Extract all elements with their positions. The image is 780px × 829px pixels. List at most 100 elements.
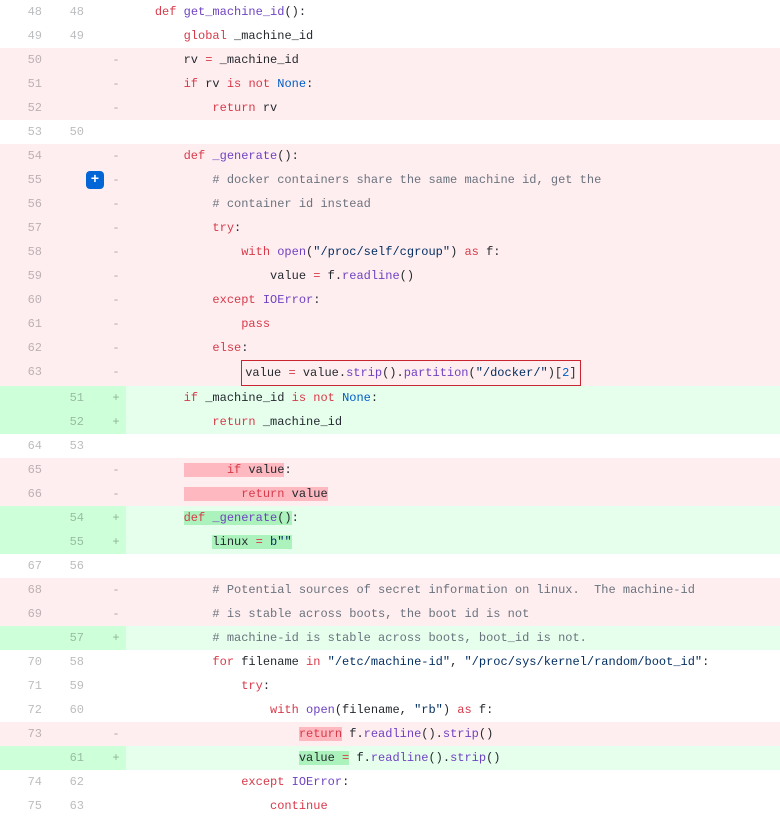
code-cell[interactable]: linux = b"" bbox=[126, 530, 780, 554]
line-number-new[interactable] bbox=[42, 96, 84, 120]
code-cell[interactable]: with open(filename, "rb") as f: bbox=[126, 698, 780, 722]
code-cell[interactable]: try: bbox=[126, 674, 780, 698]
line-number-old[interactable] bbox=[0, 530, 42, 554]
code-cell[interactable]: continue bbox=[126, 794, 780, 818]
line-number-new[interactable] bbox=[42, 288, 84, 312]
line-number-old[interactable]: 75 bbox=[0, 794, 42, 818]
line-number-old[interactable]: 71 bbox=[0, 674, 42, 698]
code-cell[interactable]: rv = _machine_id bbox=[126, 48, 780, 72]
line-number-new[interactable]: 57 bbox=[42, 626, 84, 650]
code-cell[interactable]: value = f.readline().strip() bbox=[126, 746, 780, 770]
line-number-old[interactable]: 63 bbox=[0, 360, 42, 386]
line-number-old[interactable] bbox=[0, 386, 42, 410]
line-number-old[interactable]: 62 bbox=[0, 336, 42, 360]
line-number-old[interactable]: 59 bbox=[0, 264, 42, 288]
line-number-new[interactable] bbox=[42, 240, 84, 264]
code-cell[interactable] bbox=[126, 120, 780, 144]
code-cell[interactable]: except IOError: bbox=[126, 770, 780, 794]
line-number-new[interactable] bbox=[42, 336, 84, 360]
line-number-new[interactable] bbox=[42, 264, 84, 288]
line-number-new[interactable] bbox=[42, 722, 84, 746]
code-cell[interactable]: with open("/proc/self/cgroup") as f: bbox=[126, 240, 780, 264]
code-cell[interactable]: value = value.strip().partition("/docker… bbox=[126, 360, 780, 386]
line-number-new[interactable] bbox=[42, 192, 84, 216]
line-number-old[interactable]: 53 bbox=[0, 120, 42, 144]
line-number-old[interactable]: 66 bbox=[0, 482, 42, 506]
code-cell[interactable]: value = f.readline() bbox=[126, 264, 780, 288]
code-cell[interactable]: def _generate(): bbox=[126, 506, 780, 530]
code-cell[interactable]: except IOError: bbox=[126, 288, 780, 312]
line-number-old[interactable]: 48 bbox=[0, 0, 42, 24]
line-number-new[interactable]: 53 bbox=[42, 434, 84, 458]
line-number-new[interactable] bbox=[42, 578, 84, 602]
line-number-new[interactable]: 62 bbox=[42, 770, 84, 794]
line-number-old[interactable] bbox=[0, 410, 42, 434]
line-number-new[interactable] bbox=[42, 48, 84, 72]
line-number-old[interactable] bbox=[0, 626, 42, 650]
line-number-old[interactable]: 56 bbox=[0, 192, 42, 216]
line-number-old[interactable]: 64 bbox=[0, 434, 42, 458]
code-cell[interactable]: if _machine_id is not None: bbox=[126, 386, 780, 410]
code-cell[interactable]: # machine-id is stable across boots, boo… bbox=[126, 626, 780, 650]
line-number-new[interactable]: 48 bbox=[42, 0, 84, 24]
add-comment-button[interactable]: + bbox=[86, 171, 104, 189]
code-cell[interactable]: if value: bbox=[126, 458, 780, 482]
line-number-new[interactable] bbox=[42, 144, 84, 168]
code-cell[interactable]: return _machine_id bbox=[126, 410, 780, 434]
line-number-old[interactable]: 52 bbox=[0, 96, 42, 120]
line-number-new[interactable]: 59 bbox=[42, 674, 84, 698]
line-number-old[interactable] bbox=[0, 746, 42, 770]
code-cell[interactable]: for filename in "/etc/machine-id", "/pro… bbox=[126, 650, 780, 674]
line-number-old[interactable]: 61 bbox=[0, 312, 42, 336]
line-number-new[interactable] bbox=[42, 482, 84, 506]
line-number-old[interactable]: 51 bbox=[0, 72, 42, 96]
line-number-old[interactable]: 73 bbox=[0, 722, 42, 746]
code-cell[interactable]: # is stable across boots, the boot id is… bbox=[126, 602, 780, 626]
line-number-new[interactable] bbox=[42, 458, 84, 482]
line-number-old[interactable]: 69 bbox=[0, 602, 42, 626]
code-cell[interactable]: global _machine_id bbox=[126, 24, 780, 48]
code-cell[interactable]: if rv is not None: bbox=[126, 72, 780, 96]
line-number-new[interactable]: 54 bbox=[42, 506, 84, 530]
code-cell[interactable]: pass bbox=[126, 312, 780, 336]
line-number-old[interactable]: 68 bbox=[0, 578, 42, 602]
line-number-new[interactable] bbox=[42, 168, 84, 192]
line-number-new[interactable]: 52 bbox=[42, 410, 84, 434]
line-number-new[interactable]: 55 bbox=[42, 530, 84, 554]
line-number-new[interactable]: 50 bbox=[42, 120, 84, 144]
code-cell[interactable]: return rv bbox=[126, 96, 780, 120]
line-number-new[interactable]: 61 bbox=[42, 746, 84, 770]
line-number-new[interactable] bbox=[42, 360, 84, 386]
line-number-old[interactable]: 55 bbox=[0, 168, 42, 192]
line-number-old[interactable]: 67 bbox=[0, 554, 42, 578]
code-cell[interactable] bbox=[126, 554, 780, 578]
line-number-old[interactable]: 49 bbox=[0, 24, 42, 48]
line-number-old[interactable] bbox=[0, 506, 42, 530]
code-cell[interactable]: return f.readline().strip() bbox=[126, 722, 780, 746]
line-number-new[interactable]: 63 bbox=[42, 794, 84, 818]
code-cell[interactable]: def get_machine_id(): bbox=[126, 0, 780, 24]
code-cell[interactable]: # docker containers share the same machi… bbox=[126, 168, 780, 192]
line-number-new[interactable] bbox=[42, 72, 84, 96]
line-number-old[interactable]: 65 bbox=[0, 458, 42, 482]
line-number-new[interactable] bbox=[42, 312, 84, 336]
code-cell[interactable]: try: bbox=[126, 216, 780, 240]
line-number-new[interactable] bbox=[42, 602, 84, 626]
line-number-old[interactable]: 50 bbox=[0, 48, 42, 72]
code-cell[interactable]: return value bbox=[126, 482, 780, 506]
line-number-new[interactable] bbox=[42, 216, 84, 240]
code-cell[interactable]: else: bbox=[126, 336, 780, 360]
line-number-new[interactable]: 56 bbox=[42, 554, 84, 578]
code-cell[interactable]: # container id instead bbox=[126, 192, 780, 216]
line-number-new[interactable]: 51 bbox=[42, 386, 84, 410]
code-cell[interactable] bbox=[126, 434, 780, 458]
code-cell[interactable]: # Potential sources of secret informatio… bbox=[126, 578, 780, 602]
line-number-old[interactable]: 70 bbox=[0, 650, 42, 674]
line-number-old[interactable]: 57 bbox=[0, 216, 42, 240]
line-number-old[interactable]: 54 bbox=[0, 144, 42, 168]
line-number-new[interactable]: 60 bbox=[42, 698, 84, 722]
line-number-new[interactable]: 49 bbox=[42, 24, 84, 48]
line-number-old[interactable]: 72 bbox=[0, 698, 42, 722]
line-number-old[interactable]: 58 bbox=[0, 240, 42, 264]
line-number-new[interactable]: 58 bbox=[42, 650, 84, 674]
